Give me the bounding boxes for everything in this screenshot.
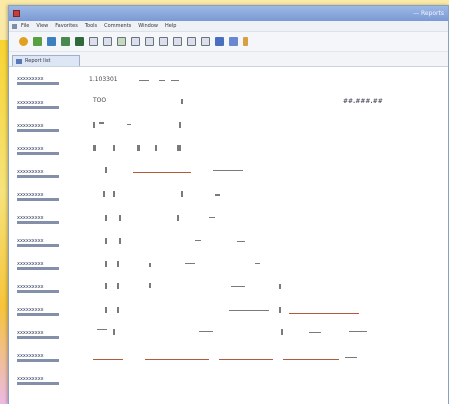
list-item[interactable]: xxxxxxxxx xyxy=(9,118,449,137)
row-label: xxxxxxxxx xyxy=(17,353,59,362)
row-label: xxxxxxxxx xyxy=(17,169,59,178)
settings-icon[interactable] xyxy=(243,37,248,46)
row-label: xxxxxxxxx xyxy=(17,146,59,155)
tab-report-list[interactable]: Report list xyxy=(12,55,80,66)
chart-icon[interactable] xyxy=(229,37,238,46)
row-label: xxxxxxxxx xyxy=(17,284,59,293)
menu-help[interactable]: Help xyxy=(165,23,176,29)
list-item[interactable]: xxxxxxxxx xyxy=(9,141,449,160)
menu-favorites[interactable]: Favorites xyxy=(55,23,78,29)
row-label: xxxxxxxxx xyxy=(17,215,59,224)
list-item[interactable]: xxxxxxxxx xyxy=(9,325,449,344)
list-item[interactable]: xxxxxxxxx xyxy=(9,71,449,90)
document-icon[interactable] xyxy=(159,37,168,46)
list-icon[interactable] xyxy=(215,37,224,46)
report-code: 1.103301 xyxy=(89,76,118,83)
list-item[interactable]: xxxxxxxxx xyxy=(9,210,449,229)
list-item[interactable]: xxxxxxxxx xyxy=(9,164,449,183)
row-label: xxxxxxxxx xyxy=(17,238,59,247)
list-item[interactable]: xxxxxxxxx xyxy=(9,279,449,298)
row-label: xxxxxxxxx xyxy=(17,192,59,201)
total-value: ##.###.## xyxy=(343,98,383,105)
save-icon[interactable] xyxy=(61,37,70,46)
row-label: xxxxxxxxx xyxy=(17,330,59,339)
forward-icon[interactable] xyxy=(33,37,42,46)
document-icon[interactable] xyxy=(103,37,112,46)
menu-comments[interactable]: Comments xyxy=(104,23,131,29)
row-label: xxxxxxxxx xyxy=(17,261,59,270)
system-menu-icon[interactable] xyxy=(12,23,17,29)
document-icon[interactable] xyxy=(145,37,154,46)
list-item[interactable]: xxxxxxxxx xyxy=(9,233,449,252)
document-tabs: Report list xyxy=(9,52,448,67)
list-item[interactable]: xxxxxxxxx xyxy=(9,95,449,114)
home-icon[interactable] xyxy=(47,37,56,46)
row-label: xxxxxxxxx xyxy=(17,76,59,85)
menu-tools[interactable]: Tools xyxy=(85,23,97,29)
menu-bar: File View Favorites Tools Comments Windo… xyxy=(9,21,448,32)
document-icon[interactable] xyxy=(89,37,98,46)
toolbar xyxy=(9,32,448,52)
list-item[interactable]: xxxxxxxxx xyxy=(9,348,449,367)
window-title: — Reports xyxy=(413,10,444,17)
tab-label: Report list xyxy=(25,58,51,64)
grid-icon[interactable] xyxy=(201,37,210,46)
row-label: xxxxxxxxx xyxy=(17,100,59,109)
menu-view[interactable]: View xyxy=(36,23,48,29)
row-label: xxxxxxxxx xyxy=(17,376,59,385)
document-icon[interactable] xyxy=(131,37,140,46)
document-icon[interactable] xyxy=(173,37,182,46)
row-label: xxxxxxxxx xyxy=(17,123,59,132)
report-icon xyxy=(16,58,22,64)
list-item[interactable]: xxxxxxxxx xyxy=(9,187,449,206)
application-window: — Reports File View Favorites Tools Comm… xyxy=(8,5,449,404)
list-item[interactable]: xxxxxxxxx xyxy=(9,302,449,321)
document-icon[interactable] xyxy=(117,37,126,46)
row-label: xxxxxxxxx xyxy=(17,307,59,316)
menu-window[interactable]: Window xyxy=(138,23,158,29)
print-icon[interactable] xyxy=(75,37,84,46)
back-icon[interactable] xyxy=(19,37,28,46)
document-icon[interactable] xyxy=(187,37,196,46)
report-content: xxxxxxxxx xxxxxxxxx xxxxxxxxx xxxxxxxxx … xyxy=(9,67,448,404)
app-icon xyxy=(13,10,20,17)
list-item[interactable]: xxxxxxxxx xyxy=(9,371,449,390)
menu-file[interactable]: File xyxy=(21,23,29,29)
list-item[interactable]: xxxxxxxxx xyxy=(9,256,449,275)
title-bar[interactable]: — Reports xyxy=(9,6,448,21)
first-value: TOO xyxy=(93,97,107,104)
